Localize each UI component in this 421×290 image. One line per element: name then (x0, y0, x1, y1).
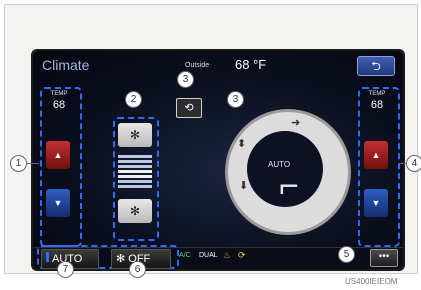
rear-defogger-icon: ♨ (223, 250, 232, 260)
fan-down-button[interactable]: ✻ (118, 199, 152, 223)
right-temp-label: TEMP (368, 91, 386, 97)
image-code: US400IEIEOM (345, 277, 398, 286)
callout-1: 1 (10, 155, 27, 172)
fan-level-bar-6 (118, 180, 152, 183)
right-temp-down-button[interactable]: ▼ (364, 189, 388, 217)
callout-2: 2 (125, 91, 142, 108)
left-temp-value: 68 (52, 99, 66, 111)
right-temp-control: TEMP 68 ▲ ▼ (359, 89, 395, 239)
floor-arrow-icon[interactable]: ⬇ (239, 179, 248, 192)
fan-up-button[interactable]: ✻ (118, 123, 152, 147)
airflow-mode-dial: AUTO ➜ ⬍ ⬇ ⌐ (195, 109, 351, 249)
right-temp-up-button[interactable]: ▲ (364, 141, 388, 169)
fan-level-bar-7 (118, 185, 152, 188)
fan-high-icon: ✻ (129, 128, 141, 142)
callout-3-mode: 3 (227, 91, 244, 108)
callout-7: 7 (57, 261, 74, 278)
auto-indicator (46, 252, 49, 262)
fan-level-bar-2 (118, 160, 152, 163)
dual-status: DUAL (199, 252, 218, 259)
figure-frame: Climate Outside 68 °F ⮌ TEMP 68 ▲ ▼ ✻ ✻ (4, 4, 421, 278)
fan-low-icon: ✻ (129, 204, 141, 218)
fresh-air-icon: ⟳ (238, 250, 246, 260)
callout-1-leader (25, 163, 39, 164)
fan-level-bar-3 (118, 165, 152, 168)
left-temp-down-button[interactable]: ▼ (46, 189, 70, 217)
more-options-button[interactable]: ••• (370, 249, 398, 267)
bi-level-arrow-icon[interactable]: ⬍ (237, 137, 246, 150)
right-temp-value: 68 (370, 99, 384, 111)
fan-icon: ✻ (116, 253, 126, 265)
back-button[interactable]: ⮌ (357, 56, 395, 76)
callout-3-recirc: 3 (177, 71, 194, 88)
callout-5: 5 (338, 246, 355, 263)
back-arrow-icon: ⮌ (371, 59, 381, 73)
fan-level-bar-4 (118, 170, 152, 173)
fan-level-bar-5 (118, 175, 152, 178)
callout-4: 4 (406, 155, 421, 172)
seat-icon: ⌐ (279, 167, 299, 205)
left-temp-label: TEMP (50, 91, 68, 97)
callout-6: 6 (129, 261, 146, 278)
outside-temp: 68 °F (235, 57, 267, 72)
left-temp-up-button[interactable]: ▲ (46, 141, 70, 169)
climate-screen: Climate Outside 68 °F ⮌ TEMP 68 ▲ ▼ ✻ ✻ (33, 51, 403, 269)
callout-4-leader (398, 163, 406, 164)
recirculation-icon: ⟲ (184, 102, 194, 114)
ac-status: A/C (179, 252, 191, 259)
page-title: Climate (42, 57, 90, 73)
left-temp-control: TEMP 68 ▲ ▼ (41, 89, 77, 239)
face-vent-arrow-icon[interactable]: ➜ (291, 116, 300, 129)
outside-label: Outside (185, 62, 210, 69)
fan-level-bar-1 (118, 155, 152, 158)
